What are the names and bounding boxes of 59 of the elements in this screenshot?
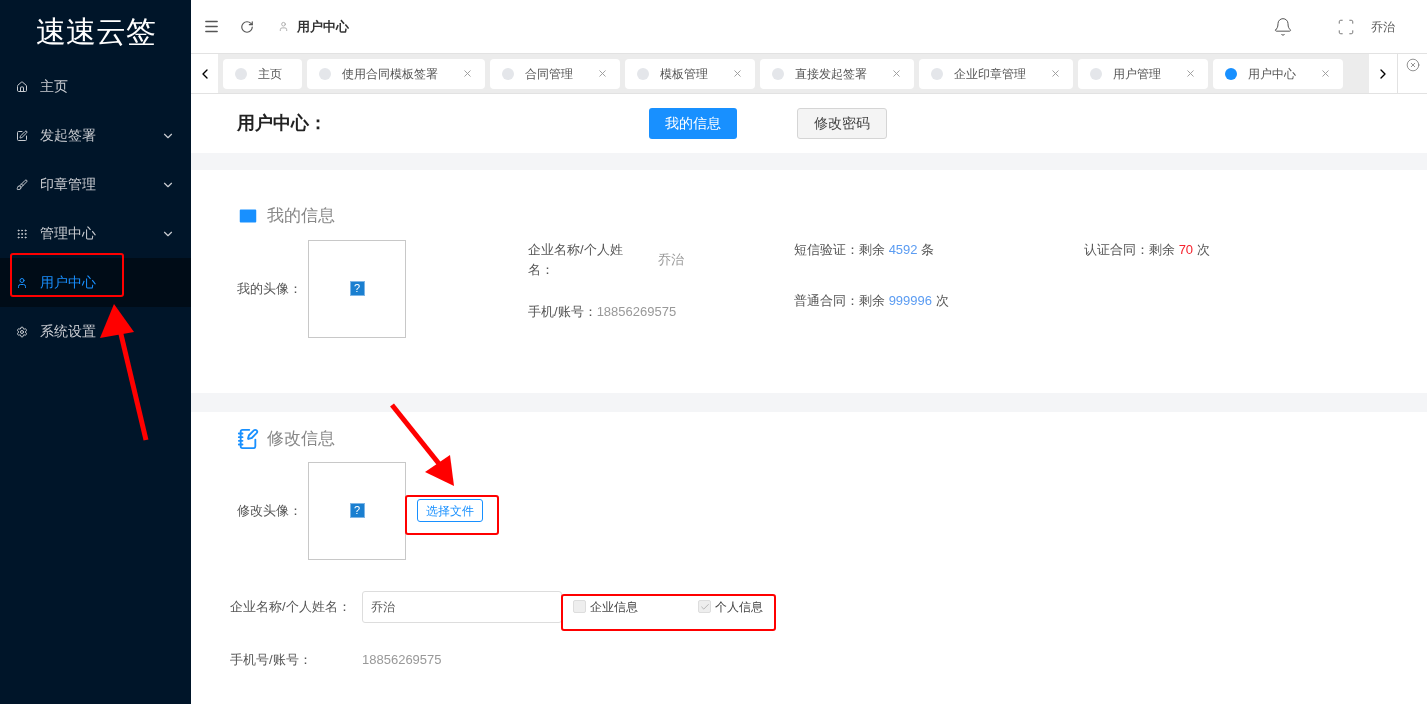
page-tab[interactable]: 用户管理 <box>1078 58 1208 89</box>
close-icon[interactable] <box>1050 68 1061 79</box>
field-label: 手机/账号： <box>528 303 597 319</box>
quota-text: 短信验证：剩余 4592 条 <box>794 240 936 259</box>
close-all-button[interactable] <box>1398 54 1427 93</box>
field-label: 手机号/账号： <box>230 650 313 669</box>
page-tab[interactable]: 主页 <box>223 58 302 89</box>
scroll-right-button[interactable] <box>1369 54 1398 93</box>
close-icon[interactable] <box>1320 68 1331 79</box>
page-title: 用户中心： <box>237 112 328 135</box>
field-value: 18856269575 <box>362 650 442 669</box>
quota-text: 普通合同：剩余 999996 次 <box>794 292 950 310</box>
sidebar-item[interactable]: 系统设置 <box>0 307 191 356</box>
quota-text: 认证合同：剩余 70 次 <box>1084 240 1211 259</box>
page-tab[interactable]: 用户中心 <box>1213 58 1343 89</box>
broken-image-icon: ? <box>349 503 365 518</box>
checkbox[interactable] <box>573 600 586 613</box>
sidebar-item[interactable]: 管理中心 <box>0 209 191 258</box>
breadcrumb: 用户中心 <box>297 17 349 36</box>
page-tab[interactable]: 使用合同模板签署 <box>307 58 485 89</box>
sidebar-item[interactable]: 印章管理 <box>0 160 191 209</box>
close-icon[interactable] <box>597 68 608 79</box>
sidebar-item[interactable]: 主页 <box>0 62 191 111</box>
close-icon <box>1405 58 1420 72</box>
section-toggle-button[interactable]: 修改密码 <box>797 108 887 139</box>
checkbox-label: 个人信息 <box>715 598 763 616</box>
checkmark-icon <box>699 601 710 612</box>
section-title: 我的信息 <box>267 205 335 227</box>
edit-note-icon <box>237 427 259 450</box>
page-tab[interactable]: 模板管理 <box>625 58 755 89</box>
broken-image-icon: ? <box>349 281 365 296</box>
close-icon[interactable] <box>732 68 743 79</box>
checkbox-label: 企业信息 <box>590 598 638 616</box>
scroll-left-button[interactable] <box>191 54 218 93</box>
user-name[interactable]: 乔治 <box>1371 17 1395 36</box>
page-tab[interactable]: 企业印章管理 <box>919 58 1073 89</box>
field-label: 我的头像： <box>237 279 303 298</box>
refresh-icon[interactable] <box>240 19 254 34</box>
sidebar-item[interactable]: 用户中心 <box>0 258 191 307</box>
arrow-icon <box>100 304 149 441</box>
field-label: 企业名称/个人姓名： <box>528 240 624 279</box>
field-value: 乔治 <box>658 250 684 269</box>
app-logo: 速速云签 <box>34 13 157 50</box>
arrow-icon <box>390 403 454 486</box>
name-input[interactable]: 乔治 <box>362 590 562 623</box>
fullscreen-icon[interactable] <box>1337 17 1355 36</box>
user-icon <box>278 21 289 32</box>
page-tab[interactable]: 合同管理 <box>490 58 620 89</box>
checkbox[interactable] <box>698 600 711 613</box>
field-label: 修改头像： <box>237 501 303 520</box>
field-value: 18856269575 <box>596 303 677 319</box>
sidebar-item[interactable]: 发起签署 <box>0 111 191 160</box>
close-icon[interactable] <box>891 68 902 79</box>
close-icon[interactable] <box>462 68 473 79</box>
notification-icon[interactable] <box>1273 16 1293 37</box>
field-label: 企业名称/个人姓名： <box>230 597 352 616</box>
close-icon[interactable] <box>1185 68 1196 79</box>
section-title: 修改信息 <box>267 428 335 450</box>
page-tab[interactable]: 直接发起签署 <box>760 58 914 89</box>
